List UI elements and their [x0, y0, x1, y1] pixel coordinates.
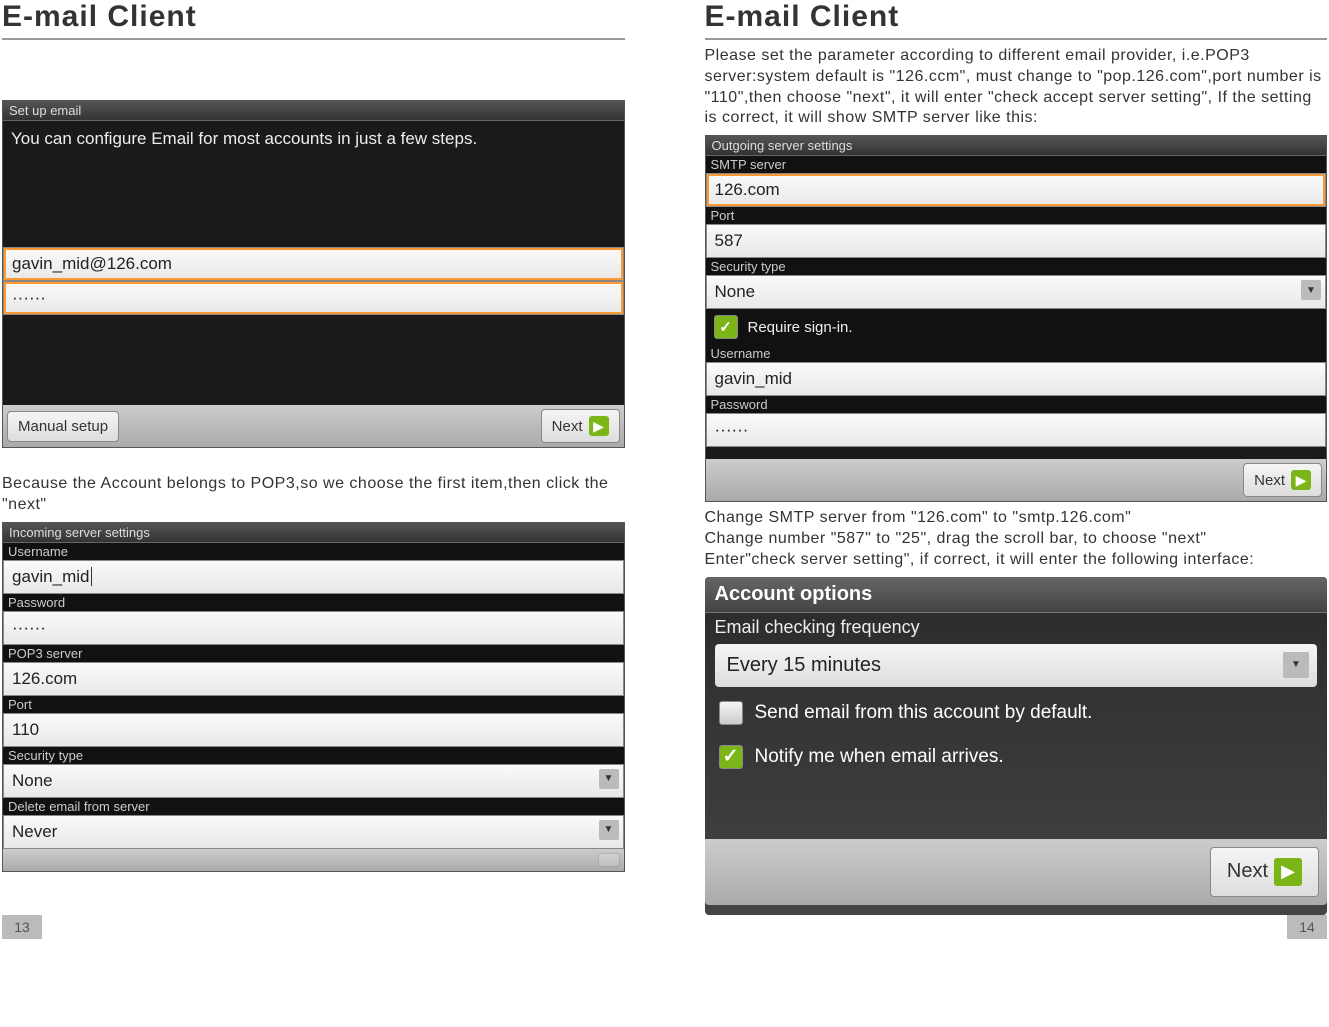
out-password-label: Password: [706, 396, 1327, 413]
default-send-label: Send email from this account by default.: [755, 702, 1093, 724]
outgoing-titlebar: Outgoing server settings: [706, 136, 1327, 156]
port-input[interactable]: 110: [3, 713, 624, 747]
security-select[interactable]: None ▼: [3, 764, 624, 798]
out-next-button[interactable]: Next ▶: [1243, 463, 1322, 497]
delete-select[interactable]: Never ▼: [3, 815, 624, 849]
email-input[interactable]: gavin_mid@126.com: [3, 247, 624, 281]
desc-pop3: Because the Account belongs to POP3,so w…: [2, 474, 625, 516]
dropdown-icon: ▼: [599, 820, 619, 840]
setup-email-screenshot: Set up email You can configure Email for…: [2, 100, 625, 448]
pop3-input[interactable]: 126.com: [3, 662, 624, 696]
signin-checkbox[interactable]: ✓: [714, 315, 738, 339]
out-password-input[interactable]: ······: [706, 413, 1327, 447]
next-arrow-icon: ▶: [1274, 858, 1302, 886]
smtp-label: SMTP server: [706, 156, 1327, 173]
setup-titlebar: Set up email: [3, 101, 624, 121]
options-next-button[interactable]: Next ▶: [1210, 847, 1319, 897]
frequency-label: Email checking frequency: [705, 613, 1328, 640]
delete-label: Delete email from server: [3, 798, 624, 815]
password-label: Password: [3, 594, 624, 611]
default-send-checkbox[interactable]: ✓: [719, 701, 743, 725]
page-number-left: 13: [2, 915, 42, 939]
password-input-2[interactable]: ······: [3, 611, 624, 645]
desc-smtp-intro: Please set the parameter according to di…: [705, 46, 1328, 129]
incoming-settings-screenshot: Incoming server settings Username gavin_…: [2, 522, 625, 872]
outgoing-settings-screenshot: Outgoing server settings SMTP server 126…: [705, 135, 1328, 502]
page-title-left: E-mail Client: [2, 0, 625, 40]
security-label: Security type: [3, 747, 624, 764]
pop3-label: POP3 server: [3, 645, 624, 662]
desc-smtp-change: Change SMTP server from "126.com" to "sm…: [705, 508, 1328, 570]
username-input[interactable]: gavin_mid: [3, 560, 624, 594]
next-arrow-icon: ▶: [1291, 470, 1311, 490]
next-button[interactable]: Next ▶: [541, 409, 620, 443]
out-security-label: Security type: [706, 258, 1327, 275]
password-input[interactable]: ······: [3, 281, 624, 315]
manual-setup-button[interactable]: Manual setup: [7, 411, 119, 442]
next-button-partial[interactable]: [598, 853, 620, 867]
username-label: Username: [3, 543, 624, 560]
out-username-input[interactable]: gavin_mid: [706, 362, 1327, 396]
next-arrow-icon: ▶: [589, 416, 609, 436]
incoming-titlebar: Incoming server settings: [3, 523, 624, 543]
port-label: Port: [3, 696, 624, 713]
page-title-right: E-mail Client: [705, 0, 1328, 40]
page-number-right: 14: [1287, 915, 1327, 939]
out-username-label: Username: [706, 345, 1327, 362]
out-port-label: Port: [706, 207, 1327, 224]
notify-label: Notify me when email arrives.: [755, 746, 1004, 768]
out-port-input[interactable]: 587: [706, 224, 1327, 258]
out-security-select[interactable]: None ▼: [706, 275, 1327, 309]
account-options-screenshot: Account options Email checking frequency…: [705, 577, 1328, 915]
dropdown-icon: ▼: [1301, 280, 1321, 300]
frequency-select[interactable]: Every 15 minutes ▼: [715, 644, 1318, 687]
notify-checkbox[interactable]: ✓: [719, 745, 743, 769]
next-label: Next: [1254, 472, 1285, 489]
smtp-input[interactable]: 126.com: [706, 173, 1327, 207]
setup-info: You can configure Email for most account…: [3, 121, 624, 157]
next-label: Next: [1227, 860, 1268, 883]
options-titlebar: Account options: [705, 577, 1328, 613]
dropdown-icon: ▼: [1283, 652, 1309, 678]
next-label: Next: [552, 418, 583, 435]
signin-label: Require sign-in.: [748, 319, 853, 336]
dropdown-icon: ▼: [599, 769, 619, 789]
